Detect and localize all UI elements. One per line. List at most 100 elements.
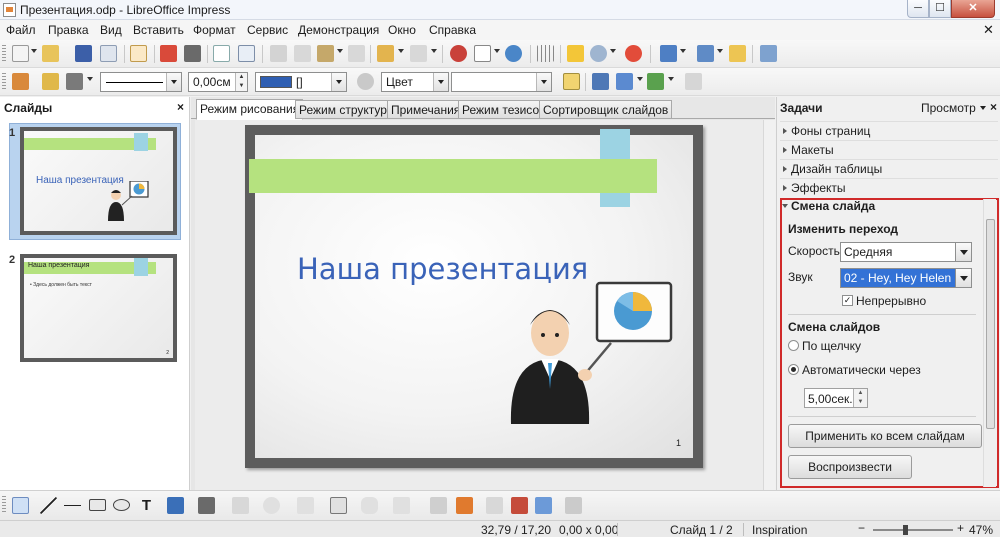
master-page-name[interactable]: Inspiration: [752, 523, 807, 537]
undo-icon[interactable]: [377, 45, 394, 62]
area-fill-dropdown-icon[interactable]: [536, 73, 551, 91]
redo-dropdown-icon[interactable]: [431, 49, 437, 53]
copy-icon[interactable]: [294, 45, 311, 62]
task-pane-scrollbar[interactable]: [983, 199, 996, 487]
line-tool-icon[interactable]: [40, 497, 57, 514]
maximize-button[interactable]: ☐: [929, 0, 951, 18]
arrow-style-dropdown-icon[interactable]: [87, 77, 93, 81]
area-style-select[interactable]: Цвет: [381, 72, 449, 92]
print-icon[interactable]: [184, 45, 201, 62]
autospellcheck-icon[interactable]: [238, 45, 255, 62]
vertical-scrollbar[interactable]: [763, 120, 775, 490]
insert-image-icon[interactable]: [511, 497, 528, 514]
loop-checkbox[interactable]: ✓: [842, 295, 853, 306]
tab-notes-view[interactable]: Примечания: [387, 100, 465, 119]
ellipse-tool-icon[interactable]: [113, 499, 130, 511]
grid-icon[interactable]: [537, 45, 554, 62]
export-pdf-icon[interactable]: [160, 45, 177, 62]
new-dropdown-icon[interactable]: [31, 49, 37, 53]
presentation-dropdown-icon[interactable]: [680, 49, 686, 53]
navigator-icon[interactable]: [505, 45, 522, 62]
slide-number-field[interactable]: 1: [676, 438, 681, 448]
line-style-panel-icon[interactable]: [12, 73, 29, 90]
menu-edit[interactable]: Правка: [48, 23, 89, 37]
toggle-extrusion-icon[interactable]: [685, 73, 702, 90]
sound-dropdown-icon[interactable]: [955, 269, 971, 287]
slide-1-preview[interactable]: Наша презентация: [20, 127, 177, 235]
line-width-field[interactable]: 0,00см ▲ ▼: [188, 72, 248, 92]
tab-outline-view[interactable]: Режим структуры: [295, 100, 400, 119]
glue-points-icon[interactable]: [456, 497, 473, 514]
save-icon[interactable]: [75, 45, 92, 62]
rectangle-tool-icon[interactable]: [89, 499, 106, 511]
presentation-icon[interactable]: [660, 45, 677, 62]
zoom-out-icon[interactable]: −: [858, 521, 865, 535]
zoom-icon[interactable]: [590, 45, 607, 62]
zoom-in-icon[interactable]: +: [957, 521, 964, 535]
auto-advance-radio[interactable]: [788, 364, 799, 375]
on-click-radio[interactable]: [788, 340, 799, 351]
menu-slideshow[interactable]: Демонстрация: [298, 23, 379, 37]
menu-format[interactable]: Формат: [193, 23, 236, 37]
minimize-button[interactable]: ─: [907, 0, 929, 18]
slide-layout-icon[interactable]: [697, 45, 714, 62]
section-table-design[interactable]: Дизайн таблицы: [780, 159, 998, 177]
basic-shapes-icon[interactable]: [232, 497, 249, 514]
table-icon[interactable]: [474, 45, 491, 62]
new-document-icon[interactable]: [12, 45, 29, 62]
toolbar-grip[interactable]: [2, 73, 6, 91]
arrow-style-icon[interactable]: [66, 73, 83, 90]
open-folder-icon[interactable]: [42, 45, 59, 62]
delay-spinner[interactable]: ▲ ▼: [853, 389, 867, 407]
align-dropdown-icon[interactable]: [637, 77, 643, 81]
view-menu-dropdown-icon[interactable]: [980, 106, 986, 110]
close-document-icon[interactable]: ✕: [983, 22, 994, 38]
play-button[interactable]: Воспроизвести: [788, 455, 912, 479]
text-tool-icon[interactable]: T: [138, 497, 155, 514]
zoom-dropdown-icon[interactable]: [610, 49, 616, 53]
callouts-icon[interactable]: [361, 497, 378, 514]
helplines-icon[interactable]: [567, 45, 584, 62]
rotate-icon[interactable]: [592, 73, 609, 90]
area-style-dropdown-icon[interactable]: [433, 73, 448, 91]
menu-help[interactable]: Справка: [429, 23, 476, 37]
menu-window[interactable]: Окно: [388, 23, 416, 37]
insert-media-icon[interactable]: [535, 497, 552, 514]
arrange-dropdown-icon[interactable]: [668, 77, 674, 81]
sound-select[interactable]: 02 - Hey, Hey Helen: [840, 268, 972, 288]
line-width-spinner[interactable]: ▲ ▼: [235, 73, 247, 91]
select-pointer-icon[interactable]: [12, 497, 29, 514]
zoom-slider[interactable]: [873, 529, 953, 531]
paste-icon[interactable]: [317, 45, 334, 62]
line-style-dropdown-icon[interactable]: [166, 73, 181, 91]
curve-tool-icon[interactable]: [167, 497, 184, 514]
flowchart-icon[interactable]: [330, 497, 347, 514]
speed-dropdown-icon[interactable]: [955, 243, 971, 261]
layout-dropdown-icon[interactable]: [717, 49, 723, 53]
tab-slide-sorter[interactable]: Сортировщик слайдов: [539, 100, 673, 119]
menu-file[interactable]: Файл: [6, 23, 36, 37]
section-custom-animation[interactable]: Эффекты: [780, 178, 998, 196]
line-icon[interactable]: [42, 73, 59, 90]
presenter-clipart-icon[interactable]: [505, 279, 685, 429]
extrusion-icon[interactable]: [565, 497, 582, 514]
chart-icon[interactable]: [450, 45, 467, 62]
tab-drawing-view[interactable]: Режим рисования: [196, 99, 304, 120]
line-color-select[interactable]: []: [255, 72, 347, 92]
menu-view[interactable]: Вид: [100, 23, 122, 37]
email-icon[interactable]: [100, 45, 117, 62]
delay-field[interactable]: 5,00сек. ▲ ▼: [804, 388, 868, 408]
zoom-slider-knob[interactable]: [903, 525, 908, 535]
line-style-select[interactable]: [100, 72, 182, 92]
tab-handout-view[interactable]: Режим тезисов: [458, 100, 550, 119]
connector-tool-icon[interactable]: [198, 497, 215, 514]
help-icon[interactable]: [625, 45, 642, 62]
align-icon[interactable]: [616, 73, 633, 90]
clone-formatting-icon[interactable]: [348, 45, 365, 62]
zoom-percent[interactable]: 47%: [969, 523, 993, 537]
slide-2-preview[interactable]: Наша презентация • Здесь должен быть тек…: [20, 254, 177, 362]
close-window-button[interactable]: ✕: [951, 0, 995, 18]
symbol-shapes-icon[interactable]: [263, 497, 280, 514]
arrow-line-tool-icon[interactable]: [64, 497, 81, 514]
section-master-pages[interactable]: Фоны страниц: [780, 121, 998, 139]
